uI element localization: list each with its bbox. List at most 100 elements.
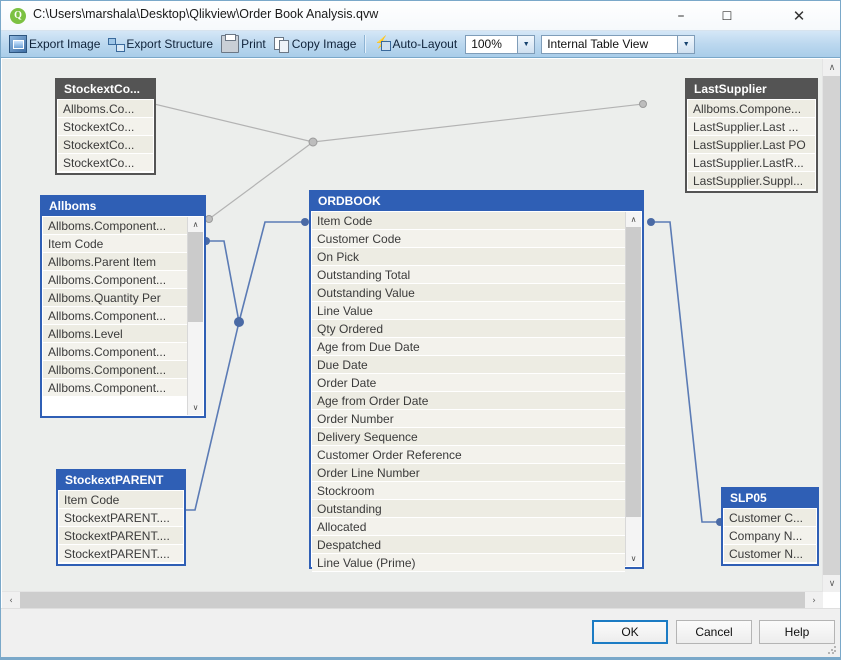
scroll-up-icon[interactable]: ∧	[823, 59, 840, 76]
field-item[interactable]: LastSupplier.LastR...	[688, 154, 815, 172]
scroll-up-icon[interactable]: ∧	[626, 212, 641, 227]
resize-grip-icon[interactable]	[827, 645, 837, 655]
field-item[interactable]: Customer N...	[724, 545, 816, 563]
field-item[interactable]: StockextPARENT....	[59, 527, 183, 545]
field-item[interactable]: Customer Order Reference	[312, 446, 625, 464]
field-item[interactable]: Company N...	[724, 527, 816, 545]
table-box-allboms[interactable]: Allboms Allboms.Component... Item Code A…	[40, 195, 206, 418]
auto-layout-icon	[374, 35, 392, 52]
scroll-down-icon[interactable]: ∨	[626, 551, 641, 566]
table-box-stockextco[interactable]: StockextCo... Allboms.Co... StockextCo..…	[55, 78, 156, 175]
auto-layout-label: Auto-Layout	[392, 37, 458, 51]
field-item[interactable]: Customer Code	[312, 230, 625, 248]
scroll-down-icon[interactable]: ∨	[188, 400, 203, 415]
table-box-slp05[interactable]: SLP05 Customer C... Company N... Custome…	[721, 487, 819, 566]
field-item[interactable]: Allboms.Component...	[43, 217, 187, 235]
maximize-button[interactable]: ☐	[704, 1, 750, 31]
window-title: C:\Users\marshala\Desktop\Qlikview\Order…	[33, 7, 379, 21]
field-item[interactable]: Allboms.Component...	[43, 271, 187, 289]
qlikview-logo-icon: Q	[10, 8, 26, 24]
field-item[interactable]: Allboms.Level	[43, 325, 187, 343]
window-titlebar: Q C:\Users\marshala\Desktop\Qlikview\Ord…	[1, 1, 840, 31]
window-bottom-border	[1, 657, 840, 659]
field-item[interactable]: StockextCo...	[58, 118, 153, 136]
allboms-vertical-scrollbar[interactable]: ∧ ∨	[187, 217, 203, 415]
field-item[interactable]: Allboms.Component...	[43, 307, 187, 325]
scrollbar-thumb[interactable]	[626, 227, 641, 517]
export-structure-button[interactable]: Export Structure	[104, 34, 217, 55]
field-item[interactable]: Outstanding	[312, 500, 625, 518]
field-item[interactable]: Allocated	[312, 518, 625, 536]
field-item[interactable]: Allboms.Component...	[43, 379, 187, 397]
field-item[interactable]: Stockroom	[312, 482, 625, 500]
view-mode-select[interactable]: Internal Table View ▼	[541, 34, 696, 54]
field-item[interactable]: Delivery Sequence	[312, 428, 625, 446]
field-item[interactable]: Allboms.Component...	[43, 361, 187, 379]
field-item[interactable]: LastSupplier.Suppl...	[688, 172, 815, 190]
field-item[interactable]: Allboms.Co...	[58, 100, 153, 118]
field-item[interactable]: Age from Due Date	[312, 338, 625, 356]
field-item[interactable]: On Pick	[312, 248, 625, 266]
print-button[interactable]: Print	[217, 34, 270, 55]
field-list-lastsupplier: Allboms.Compone... LastSupplier.Last ...…	[687, 99, 816, 191]
field-item[interactable]: Item Code	[43, 235, 187, 253]
canvas-vertical-scrollbar[interactable]: ∧ ∨	[822, 59, 840, 592]
table-box-ordbook[interactable]: ORDBOOK Item Code Customer Code On Pick …	[309, 190, 644, 572]
chevron-down-icon[interactable]: ▼	[517, 35, 535, 53]
minimize-button[interactable]: –	[658, 1, 704, 31]
field-item[interactable]: Due Date	[312, 356, 625, 374]
field-item[interactable]: Item Code	[312, 212, 625, 230]
chevron-down-icon[interactable]: ▼	[677, 35, 695, 53]
help-button[interactable]: Help	[759, 620, 835, 644]
scrollbar-thumb[interactable]	[188, 232, 203, 322]
table-title-allboms: Allboms	[42, 197, 204, 216]
zoom-level-select[interactable]: 100% ▼	[465, 34, 536, 54]
field-item[interactable]: Outstanding Total	[312, 266, 625, 284]
dialog-footer: OK Cancel Help	[1, 608, 840, 659]
copy-image-button[interactable]: Copy Image	[270, 34, 361, 55]
field-item[interactable]: LastSupplier.Last PO	[688, 136, 815, 154]
ordbook-vertical-scrollbar[interactable]: ∧ ∨	[625, 212, 641, 566]
table-box-lastsupplier[interactable]: LastSupplier Allboms.Compone... LastSupp…	[685, 78, 818, 193]
field-item[interactable]: LastSupplier.Last ...	[688, 118, 815, 136]
table-title-ordbook: ORDBOOK	[311, 192, 642, 211]
field-item[interactable]: StockextPARENT....	[59, 509, 183, 527]
zoom-level-value: 100%	[471, 37, 502, 51]
field-item[interactable]: Age from Order Date	[312, 392, 625, 410]
toolbar-separator-1	[364, 35, 367, 53]
field-item[interactable]: Allboms.Parent Item	[43, 253, 187, 271]
field-list-stockextparent: Item Code StockextPARENT.... StockextPAR…	[58, 490, 184, 564]
field-item[interactable]: Allboms.Quantity Per	[43, 289, 187, 307]
field-item[interactable]: Item Code	[59, 491, 183, 509]
field-item[interactable]: Allboms.Component...	[43, 343, 187, 361]
field-item[interactable]: Line Value (Prime)	[312, 554, 625, 572]
scrollbar-thumb[interactable]	[823, 76, 840, 575]
field-item[interactable]: Despatched	[312, 536, 625, 554]
field-item[interactable]: StockextCo...	[58, 154, 153, 172]
ok-button[interactable]: OK	[592, 620, 668, 644]
export-image-icon	[9, 35, 27, 53]
field-item[interactable]: Order Line Number	[312, 464, 625, 482]
field-item[interactable]: Outstanding Value	[312, 284, 625, 302]
field-item[interactable]: Line Value	[312, 302, 625, 320]
field-item[interactable]: Customer C...	[724, 509, 816, 527]
field-item[interactable]: Order Date	[312, 374, 625, 392]
scroll-down-icon[interactable]: ∨	[823, 575, 840, 592]
diagram-canvas[interactable]: StockextCo... Allboms.Co... StockextCo..…	[2, 59, 823, 592]
export-structure-icon	[108, 36, 126, 52]
table-title-slp05: SLP05	[723, 489, 817, 508]
export-image-button[interactable]: Export Image	[5, 34, 104, 55]
close-button[interactable]: ✕	[776, 1, 822, 31]
printer-icon	[221, 34, 240, 53]
table-title-lastsupplier: LastSupplier	[687, 80, 816, 99]
field-item[interactable]: Qty Ordered	[312, 320, 625, 338]
field-item[interactable]: StockextPARENT....	[59, 545, 183, 563]
table-box-stockextparent[interactable]: StockextPARENT Item Code StockextPARENT.…	[56, 469, 186, 566]
field-item[interactable]: Allboms.Compone...	[688, 100, 815, 118]
auto-layout-button[interactable]: Auto-Layout	[370, 34, 461, 55]
scroll-up-icon[interactable]: ∧	[188, 217, 203, 232]
cancel-button[interactable]: Cancel	[676, 620, 752, 644]
toolbar: Export Image Export Structure Print Copy…	[1, 31, 840, 58]
field-item[interactable]: StockextCo...	[58, 136, 153, 154]
field-item[interactable]: Order Number	[312, 410, 625, 428]
